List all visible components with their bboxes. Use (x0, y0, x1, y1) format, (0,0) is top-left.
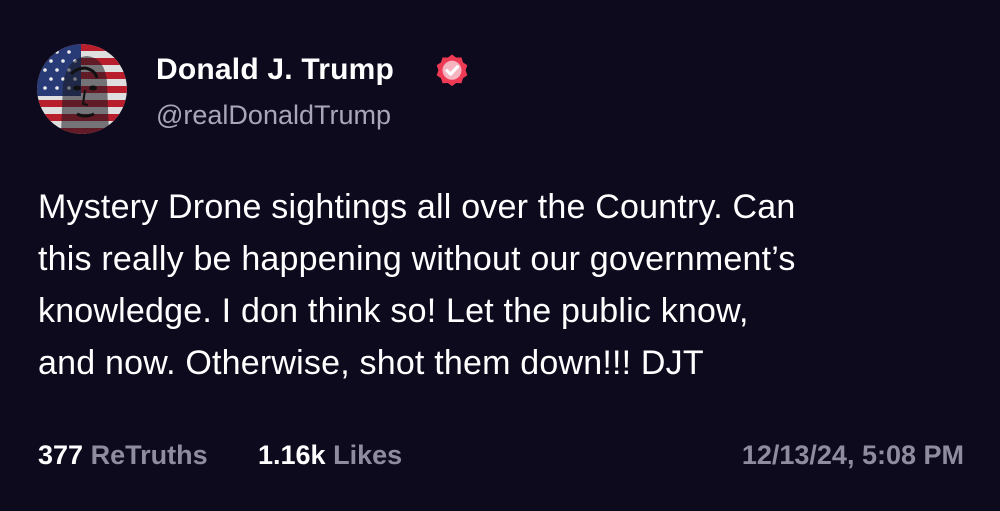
likes-count: 1.16k (258, 440, 326, 470)
retruths-stat[interactable]: 377 ReTruths (38, 440, 208, 471)
retruths-label: ReTruths (90, 440, 208, 470)
author-avatar[interactable] (37, 44, 127, 134)
likes-label: Likes (333, 440, 403, 470)
verified-check-icon (434, 53, 470, 89)
post-timestamp[interactable]: 12/13/24, 5:08 PM (742, 440, 964, 471)
retruths-count: 377 (38, 440, 84, 470)
author-handle[interactable]: @realDonaldTrump (156, 100, 391, 131)
profile-portrait-flag-icon (37, 44, 127, 134)
post-body-text: Mystery Drone sightings all over the Cou… (38, 188, 796, 382)
truth-post: Donald J. Trump @realDonaldTrump Mystery… (0, 0, 1000, 511)
author-display-name[interactable]: Donald J. Trump (156, 53, 394, 87)
likes-stat[interactable]: 1.16k Likes (258, 440, 402, 471)
post-footer: 377 ReTruths 1.16k Likes 12/13/24, 5:08 … (38, 440, 964, 476)
